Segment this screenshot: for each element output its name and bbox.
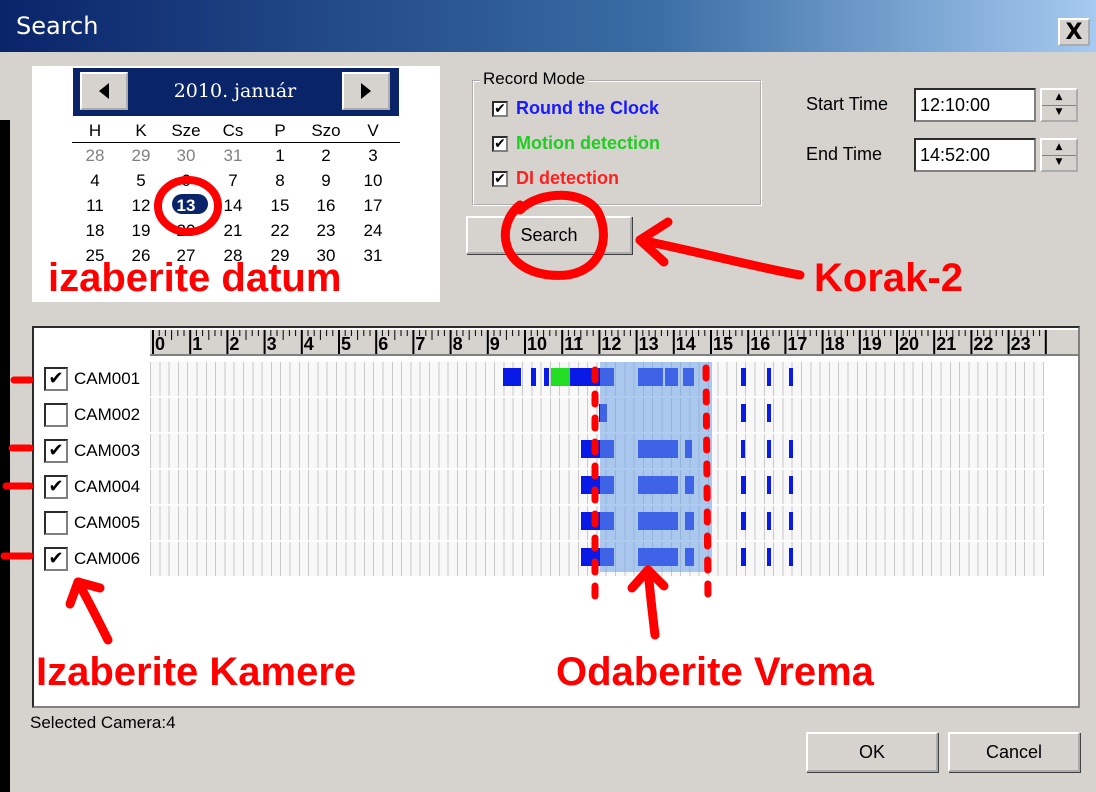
time-end-mark [702,364,712,604]
search-circle-mark [500,190,608,280]
annotation-korak-2: Korak-2 [814,256,963,300]
search-dialog: Search X 2010. január H K Sze Cs P Szo V 28 29 30… [0,0,1096,792]
annotation-izaberite-datum: izaberite datum [48,256,342,300]
calendar-day-selected[interactable]: 13 [163,193,209,218]
annotation-odaberite-vrema: Odaberite Vrema [556,650,874,694]
annotation-izaberite-kamere: Izaberite Kamere [36,650,357,694]
